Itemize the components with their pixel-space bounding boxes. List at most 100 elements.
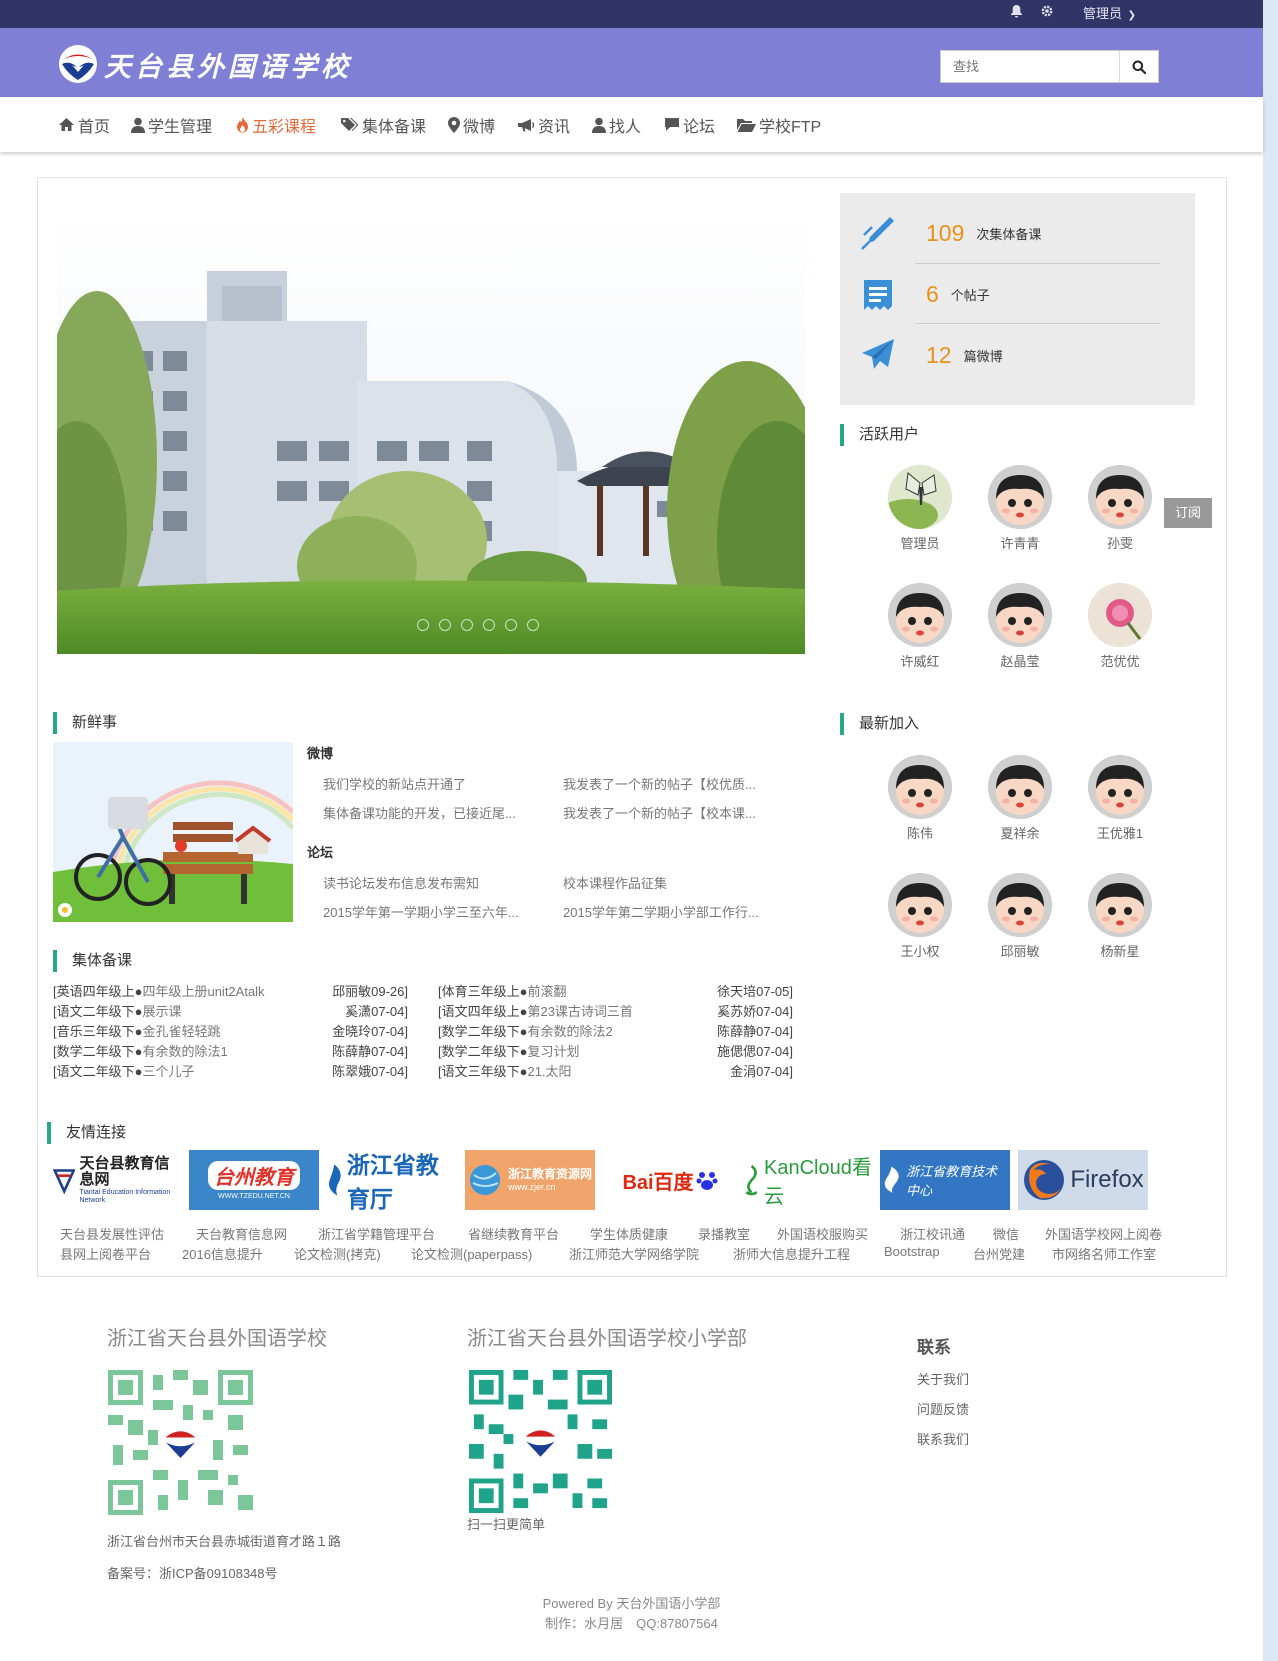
active-user[interactable]: 范优优 bbox=[1080, 583, 1160, 670]
lesson-row[interactable]: [体育三年级上●前滚翻 徐天培07-05] bbox=[438, 982, 793, 1002]
lesson-title: 前滚翻 bbox=[527, 984, 567, 999]
friend-banner[interactable]: KanCloud看云 bbox=[741, 1150, 876, 1210]
active-user[interactable]: 管理员 bbox=[880, 465, 960, 552]
nav-item-weibo[interactable]: 微博 bbox=[448, 97, 495, 152]
fire-icon bbox=[236, 116, 249, 133]
gear-icon[interactable] bbox=[1040, 0, 1054, 28]
lesson-row[interactable]: [语文四年级上●第23课古诗词三首 奚苏娇07-04] bbox=[438, 1002, 793, 1022]
new-user[interactable]: 杨新星 bbox=[1080, 873, 1160, 960]
friend-link[interactable]: 市网络名师工作室 bbox=[1052, 1244, 1156, 1263]
friend-banner[interactable]: Firefox bbox=[1018, 1150, 1148, 1210]
search-button[interactable] bbox=[1119, 51, 1158, 82]
slider-dot[interactable] bbox=[417, 619, 429, 631]
avatar bbox=[1088, 583, 1152, 647]
search-input[interactable] bbox=[941, 51, 1119, 82]
weibo-link[interactable]: 我们学校的新站点开通了 bbox=[323, 774, 466, 793]
bell-icon[interactable] bbox=[1010, 0, 1023, 28]
main-nav: 首页 学生管理 五彩课程 集体备课 微博 资讯 找人 论坛 学校FTP bbox=[0, 97, 1263, 152]
friend-link[interactable]: 论文检测(拷克) bbox=[294, 1244, 381, 1263]
stat-weibo[interactable]: 12 篇微博 bbox=[860, 325, 1160, 385]
lesson-tag: [体育三年级上● bbox=[438, 984, 528, 999]
lesson-row[interactable]: [语文二年级下●展示课 奚潇07-04] bbox=[53, 1002, 408, 1022]
weibo-link[interactable]: 我发表了一个新的帖子【校优质... bbox=[563, 774, 756, 793]
weibo-link[interactable]: 集体备课功能的开发，已接近尾... bbox=[323, 803, 516, 822]
friend-link[interactable]: 2016信息提升 bbox=[182, 1244, 263, 1263]
friend-link[interactable]: 浙江省学籍管理平台 bbox=[318, 1224, 435, 1243]
nav-item-home[interactable]: 首页 bbox=[58, 97, 110, 152]
forum-link[interactable]: 2015学年第二学期小学部工作行... bbox=[563, 902, 759, 921]
friend-banner[interactable]: 台州教育 WWW.TZEDU.NET.CN bbox=[189, 1150, 319, 1210]
lesson-title: 有余数的除法2 bbox=[527, 1024, 613, 1039]
nav-item-student-mgmt[interactable]: 学生管理 bbox=[131, 97, 212, 152]
friend-link[interactable]: 录播教室 bbox=[698, 1224, 750, 1243]
friend-link[interactable]: 天台县发展性评估 bbox=[60, 1224, 164, 1243]
new-user[interactable]: 王优雅1 bbox=[1080, 755, 1160, 842]
logo[interactable]: 天台县外国语学校 bbox=[58, 44, 352, 84]
forum-link[interactable]: 校本课程作品征集 bbox=[563, 873, 667, 892]
lesson-row[interactable]: [数学二年级下●复习计划 施偲偲07-04] bbox=[438, 1042, 793, 1062]
friend-banner[interactable]: 浙江省教育厅 bbox=[325, 1150, 455, 1210]
campus-photo-slider[interactable] bbox=[57, 211, 805, 654]
friend-link[interactable]: 学生体质健康 bbox=[590, 1224, 668, 1243]
new-user[interactable]: 陈伟 bbox=[880, 755, 960, 842]
user-menu[interactable]: 管理员 ❯ bbox=[1083, 0, 1136, 28]
friend-link[interactable]: 微信 bbox=[993, 1224, 1019, 1243]
weibo-link[interactable]: 我发表了一个新的帖子【校本课... bbox=[563, 803, 756, 822]
friend-link[interactable]: 外国语学校网上阅卷 bbox=[1045, 1224, 1162, 1243]
new-user[interactable]: 王小权 bbox=[880, 873, 960, 960]
lesson-row[interactable]: [数学二年级下●有余数的除法2 陈薛静07-04] bbox=[438, 1022, 793, 1042]
banner-text: 台州教育 bbox=[208, 1160, 300, 1190]
new-user[interactable]: 邱丽敏 bbox=[980, 873, 1060, 960]
new-user[interactable]: 夏祥余 bbox=[980, 755, 1060, 842]
nav-item-colorful-courses[interactable]: 五彩课程 bbox=[236, 97, 316, 152]
forum-link[interactable]: 读书论坛发布信息发布需知 bbox=[323, 873, 479, 892]
friend-banner[interactable]: 浙江教育资源网 www.zjer.cn bbox=[465, 1150, 595, 1210]
lesson-row[interactable]: [英语四年级上●四年级上册unit2Atalk 邱丽敏09-26] bbox=[53, 982, 408, 1002]
avatar bbox=[888, 755, 952, 819]
forum-link[interactable]: 2015学年第一学期小学三至六年... bbox=[323, 902, 519, 921]
school-logo-icon bbox=[59, 45, 97, 83]
friend-link[interactable]: 浙师大信息提升工程 bbox=[733, 1244, 850, 1263]
slider-dot[interactable] bbox=[505, 619, 517, 631]
weibo-subheading: 微博 bbox=[307, 746, 334, 761]
lesson-title: 21.太阳 bbox=[527, 1064, 572, 1079]
lesson-row[interactable]: [数学二年级下●有余数的除法1 陈薛静07-04] bbox=[53, 1042, 408, 1062]
friend-link[interactable]: Bootstrap bbox=[884, 1244, 940, 1259]
avatar bbox=[988, 583, 1052, 647]
nav-item-forum[interactable]: 论坛 bbox=[664, 97, 715, 152]
friend-link[interactable]: 外国语校服购买 bbox=[777, 1224, 868, 1243]
footer-link-feedback[interactable]: 问题反馈 bbox=[917, 1399, 969, 1418]
friend-link[interactable]: 浙江校讯通 bbox=[900, 1224, 965, 1243]
friend-link[interactable]: 天台教育信息网 bbox=[196, 1224, 287, 1243]
stat-posts[interactable]: 6 个帖子 bbox=[860, 264, 1160, 324]
friend-link[interactable]: 论文检测(paperpass) bbox=[411, 1244, 532, 1263]
lesson-row[interactable]: [语文二年级下●三个儿子 陈翠娥07-04] bbox=[53, 1062, 408, 1082]
lesson-row[interactable]: [音乐三年级下●金孔雀轻轻跳 金晓玲07-04] bbox=[53, 1022, 408, 1042]
slider-dot[interactable] bbox=[483, 619, 495, 631]
footer-link-about[interactable]: 关于我们 bbox=[917, 1369, 969, 1388]
lesson-row[interactable]: [语文三年级下●21.太阳 金涓07-04] bbox=[438, 1062, 793, 1082]
nav-item-find-people[interactable]: 找人 bbox=[592, 97, 641, 152]
friend-link[interactable]: 省继续教育平台 bbox=[468, 1224, 559, 1243]
friend-link[interactable]: 台州党建 bbox=[973, 1244, 1025, 1263]
friend-banner[interactable]: 浙江省教育技术中心 bbox=[880, 1150, 1010, 1210]
active-user[interactable]: 许青青 bbox=[980, 465, 1060, 552]
active-user[interactable]: 孙雯 bbox=[1080, 465, 1160, 552]
slider-dot[interactable] bbox=[461, 619, 473, 631]
slider-dot[interactable] bbox=[527, 619, 539, 631]
footer-address: 浙江省台州市天台县赤城街道育才路１路 bbox=[107, 1534, 342, 1549]
nav-item-school-ftp[interactable]: 学校FTP bbox=[737, 97, 821, 152]
friend-banner[interactable]: 天台县教育信息网 Tiantai Education Information N… bbox=[53, 1150, 183, 1210]
stat-group-lessons[interactable]: 109 次集体备课 bbox=[860, 203, 1160, 263]
section-title-friend-links: 友情连接 bbox=[47, 1122, 126, 1144]
slider-dot[interactable] bbox=[439, 619, 451, 631]
active-user[interactable]: 许威红 bbox=[880, 583, 960, 670]
subscribe-button[interactable]: 订阅 bbox=[1164, 498, 1212, 528]
active-user[interactable]: 赵晶莹 bbox=[980, 583, 1060, 670]
nav-item-group-lesson[interactable]: 集体备课 bbox=[341, 97, 426, 152]
friend-banner[interactable]: Bai百度 bbox=[605, 1150, 735, 1210]
nav-item-news[interactable]: 资讯 bbox=[517, 97, 570, 152]
friend-link[interactable]: 浙江师范大学网络学院 bbox=[569, 1244, 699, 1263]
friend-link[interactable]: 县网上阅卷平台 bbox=[60, 1244, 151, 1263]
footer-link-contact[interactable]: 联系我们 bbox=[917, 1429, 969, 1448]
